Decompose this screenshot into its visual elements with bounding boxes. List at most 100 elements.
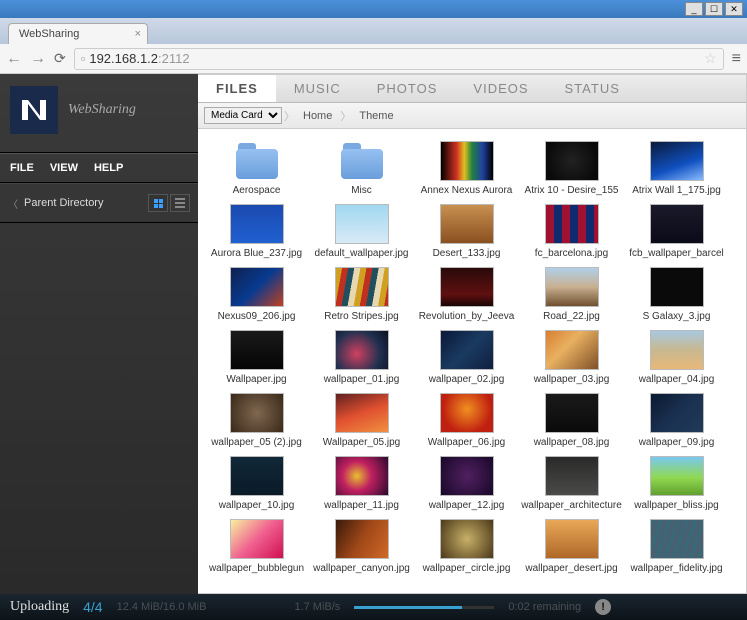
file-item[interactable]: Atrix Wall 1_175.jpg — [624, 137, 729, 198]
folder-item[interactable]: Misc — [309, 137, 414, 198]
file-item[interactable]: S Galaxy_3.jpg — [624, 263, 729, 324]
menu-file[interactable]: FILE — [10, 162, 34, 174]
item-label: wallpaper_05 (2).jpg — [206, 437, 307, 448]
media-source-select[interactable]: Media Card — [204, 107, 282, 124]
file-item[interactable]: wallpaper_01.jpg — [309, 326, 414, 387]
tab-music[interactable]: MUSIC — [276, 75, 359, 102]
tab-videos[interactable]: VIDEOS — [455, 75, 546, 102]
file-item[interactable]: wallpaper_04.jpg — [624, 326, 729, 387]
file-item[interactable]: Road_22.jpg — [519, 263, 624, 324]
thumbnail — [440, 330, 494, 370]
forward-button[interactable]: → — [30, 50, 46, 68]
main-panel: FILESMUSICPHOTOSVIDEOSSTATUS Media Card … — [198, 74, 747, 594]
reload-button[interactable]: ⟳ — [54, 50, 66, 67]
file-item[interactable]: Aurora Blue_237.jpg — [204, 200, 309, 261]
file-item[interactable]: Retro Stripes.jpg — [309, 263, 414, 324]
file-item[interactable]: wallpaper_02.jpg — [414, 326, 519, 387]
file-item[interactable]: wallpaper_circle.jpg — [414, 515, 519, 576]
file-item[interactable]: Nexus09_206.jpg — [204, 263, 309, 324]
app-container: WebSharing FILE VIEW HELP 〈 Parent Direc… — [0, 74, 747, 594]
folder-icon — [232, 141, 282, 181]
thumbnail — [650, 519, 704, 559]
item-label: wallpaper_10.jpg — [206, 500, 307, 511]
item-label: Road_22.jpg — [521, 311, 622, 322]
menu-help[interactable]: HELP — [94, 162, 123, 174]
list-view-button[interactable] — [170, 194, 190, 212]
tab-photos[interactable]: PHOTOS — [359, 75, 456, 102]
thumbnail — [230, 330, 284, 370]
thumbnail — [650, 393, 704, 433]
file-item[interactable]: Annex Nexus Aurora — [414, 137, 519, 198]
logo-row: WebSharing — [0, 74, 198, 153]
file-item[interactable]: wallpaper_08.jpg — [519, 389, 624, 450]
file-item[interactable]: Wallpaper.jpg — [204, 326, 309, 387]
tab-files[interactable]: FILES — [198, 75, 276, 102]
thumbnail — [440, 519, 494, 559]
parent-directory-link[interactable]: Parent Directory — [24, 197, 148, 209]
upload-info-icon[interactable]: ! — [595, 599, 611, 615]
file-item[interactable]: wallpaper_bliss.jpg — [624, 452, 729, 513]
item-label: wallpaper_bubblegun — [206, 563, 307, 574]
file-item[interactable]: wallpaper_10.jpg — [204, 452, 309, 513]
file-item[interactable]: wallpaper_12.jpg — [414, 452, 519, 513]
thumbnail — [650, 141, 704, 181]
thumbnail — [440, 204, 494, 244]
file-item[interactable]: Desert_133.jpg — [414, 200, 519, 261]
item-label: fcb_wallpaper_barcel — [626, 248, 727, 259]
item-label: wallpaper_12.jpg — [416, 500, 517, 511]
file-item[interactable]: fcb_wallpaper_barcel — [624, 200, 729, 261]
file-grid-scroll[interactable]: AerospaceMiscAnnex Nexus AuroraAtrix 10 … — [198, 129, 746, 593]
file-item[interactable]: wallpaper_11.jpg — [309, 452, 414, 513]
file-item[interactable]: wallpaper_canyon.jpg — [309, 515, 414, 576]
bookmark-star-icon[interactable]: ☆ — [704, 50, 717, 67]
file-item[interactable]: wallpaper_05 (2).jpg — [204, 389, 309, 450]
browser-tab-title: WebSharing — [19, 28, 79, 40]
url-port: :2112 — [158, 51, 190, 66]
item-label: Wallpaper_06.jpg — [416, 437, 517, 448]
url-host: 192.168.1.2 — [89, 51, 158, 66]
thumbnail — [650, 456, 704, 496]
file-item[interactable]: Wallpaper_05.jpg — [309, 389, 414, 450]
section-tabs: FILESMUSICPHOTOSVIDEOSSTATUS — [198, 75, 746, 103]
item-label: default_wallpaper.jpg — [311, 248, 412, 259]
item-label: wallpaper_03.jpg — [521, 374, 622, 385]
file-item[interactable]: wallpaper_fidelity.jpg — [624, 515, 729, 576]
upload-label: Uploading — [10, 599, 69, 615]
item-label: wallpaper_11.jpg — [311, 500, 412, 511]
tab-status[interactable]: STATUS — [547, 75, 638, 102]
thumbnail — [545, 519, 599, 559]
file-item[interactable]: wallpaper_architecture — [519, 452, 624, 513]
menubar: FILE VIEW HELP — [0, 153, 198, 183]
menu-view[interactable]: VIEW — [50, 162, 78, 174]
file-item[interactable]: Atrix 10 - Desire_155 — [519, 137, 624, 198]
file-item[interactable]: wallpaper_09.jpg — [624, 389, 729, 450]
thumbnail — [230, 393, 284, 433]
sidebar: WebSharing FILE VIEW HELP 〈 Parent Direc… — [0, 74, 198, 594]
item-label: Atrix 10 - Desire_155 — [521, 185, 622, 196]
crumb-theme[interactable]: Theme — [353, 108, 399, 124]
back-button[interactable]: ← — [6, 50, 22, 68]
grid-view-button[interactable] — [148, 194, 168, 212]
crumb-sep-icon: 〉 — [340, 108, 351, 124]
file-item[interactable]: default_wallpaper.jpg — [309, 200, 414, 261]
file-item[interactable]: wallpaper_03.jpg — [519, 326, 624, 387]
browser-menu-icon[interactable]: ≡ — [732, 50, 741, 68]
window-minimize-button[interactable]: _ — [685, 2, 703, 16]
window-maximize-button[interactable]: ☐ — [705, 2, 723, 16]
file-item[interactable]: fc_barcelona.jpg — [519, 200, 624, 261]
item-label: Wallpaper.jpg — [206, 374, 307, 385]
folder-item[interactable]: Aerospace — [204, 137, 309, 198]
grid-icon — [154, 199, 163, 208]
address-bar[interactable]: ▫ 192.168.1.2:2112 ☆ — [74, 48, 724, 70]
file-item[interactable]: wallpaper_desert.jpg — [519, 515, 624, 576]
file-item[interactable]: wallpaper_bubblegun — [204, 515, 309, 576]
window-close-button[interactable]: ✕ — [725, 2, 743, 16]
tab-close-icon[interactable]: × — [135, 28, 141, 40]
browser-tab[interactable]: WebSharing × — [8, 23, 148, 44]
file-item[interactable]: Revolution_by_Jeeva — [414, 263, 519, 324]
item-label: Atrix Wall 1_175.jpg — [626, 185, 727, 196]
file-item[interactable]: Wallpaper_06.jpg — [414, 389, 519, 450]
upload-count: 4/4 — [83, 599, 102, 615]
crumb-home[interactable]: Home — [297, 108, 338, 124]
chevron-up-icon: 〈 — [8, 196, 18, 211]
